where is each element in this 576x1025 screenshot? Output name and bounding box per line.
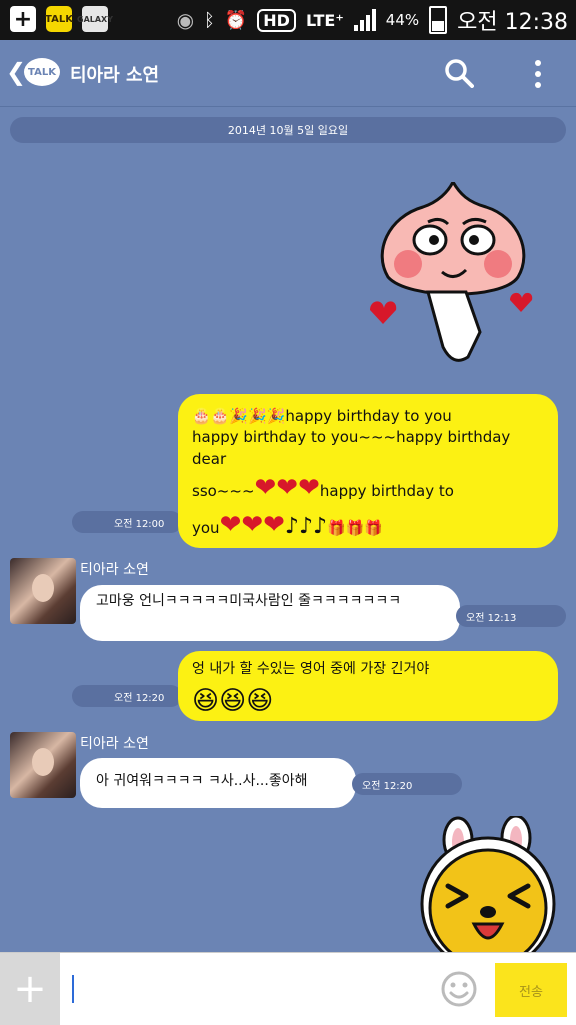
talk-logo-icon[interactable]: TALK	[24, 58, 60, 86]
my-message-bubble[interactable]: 🎂🎂🎉🎉🎉happy birthday to you happy birthda…	[178, 394, 558, 548]
heart-icons: ❤❤❤	[254, 472, 320, 503]
message-time: 오전 12:20	[72, 685, 182, 707]
status-bar: + TALK GALAXY ◉ ᛒ ⏰ HD LTE⁺ 44% 오전 12:38	[0, 0, 576, 40]
laughing-face-icons: 😆😆😆	[192, 685, 274, 716]
add-notification-icon: +	[10, 6, 36, 32]
heart-icons: ❤❤❤	[219, 509, 285, 540]
emoticon-button-icon[interactable]	[440, 970, 478, 1008]
sender-name: 티아라 소연	[80, 562, 149, 578]
message-text: happy birthday to you	[285, 407, 452, 425]
birthday-cake-icons: 🎂🎂	[192, 407, 230, 425]
sender-name: 티아라 소연	[80, 736, 149, 752]
bluetooth-icon: ᛒ	[204, 9, 215, 31]
friend-message-bubble[interactable]: 아 귀여워ㅋㅋㅋㅋ ㅋ사..사...좋아해	[80, 758, 356, 808]
kakaotalk-notification-icon: TALK	[45, 6, 73, 32]
lte-icon: LTE⁺	[305, 10, 344, 30]
message-text: you	[192, 518, 220, 537]
message-input-bar: + 전송	[0, 952, 576, 1025]
battery-percent: 44%	[385, 11, 420, 29]
chat-title: 티아라 소연	[70, 65, 160, 86]
galaxy-app-icon: GALAXY	[77, 6, 113, 32]
smart-stay-eye-icon: ◉	[176, 8, 195, 32]
message-text: sso~~~	[192, 481, 255, 500]
message-text: happy birthday to	[319, 481, 454, 500]
my-message-bubble[interactable]: 엉 내가 할 수있는 영어 중에 가장 긴거야 😆😆😆	[178, 651, 558, 721]
status-time: 오전 12:38	[457, 10, 568, 35]
chat-header: ❮ TALK 티아라 소연	[0, 40, 576, 108]
header-divider	[0, 106, 576, 107]
message-text: happy birthday to you~~~happy birthday d…	[192, 428, 511, 468]
date-divider: 2014년 10월 5일 일요일	[10, 117, 566, 143]
attach-plus-button[interactable]: +	[0, 953, 60, 1025]
search-icon[interactable]	[444, 58, 474, 88]
alarm-icon: ⏰	[224, 9, 248, 31]
gift-box-icons: 🎁🎁🎁	[327, 518, 384, 537]
party-popper-icons: 🎉🎉🎉	[229, 407, 286, 425]
music-note-icons: ♪♪♪	[284, 513, 328, 539]
hd-voice-icon: HD	[257, 8, 296, 32]
apeach-emoticon[interactable]	[368, 182, 538, 377]
friend-message-bubble[interactable]: 고마웅 언니ㅋㅋㅋㅋㅋ미국사람인 줄ㅋㅋㅋㅋㅋㅋㅋ	[80, 585, 460, 641]
battery-icon	[429, 6, 448, 34]
rabbit-ryan-emoticon[interactable]	[418, 816, 568, 956]
more-menu-icon[interactable]	[527, 58, 549, 90]
message-text: 엉 내가 할 수있는 영어 중에 가장 긴거야	[192, 661, 430, 677]
message-time: 오전 12:13	[456, 605, 566, 627]
send-button[interactable]: 전송	[495, 963, 567, 1017]
message-time: 오전 12:00	[72, 511, 182, 533]
friend-avatar[interactable]	[10, 558, 76, 624]
signal-strength-icon	[353, 9, 376, 31]
message-input[interactable]	[72, 975, 74, 1003]
message-time: 오전 12:20	[352, 773, 462, 795]
friend-avatar[interactable]	[10, 732, 76, 798]
